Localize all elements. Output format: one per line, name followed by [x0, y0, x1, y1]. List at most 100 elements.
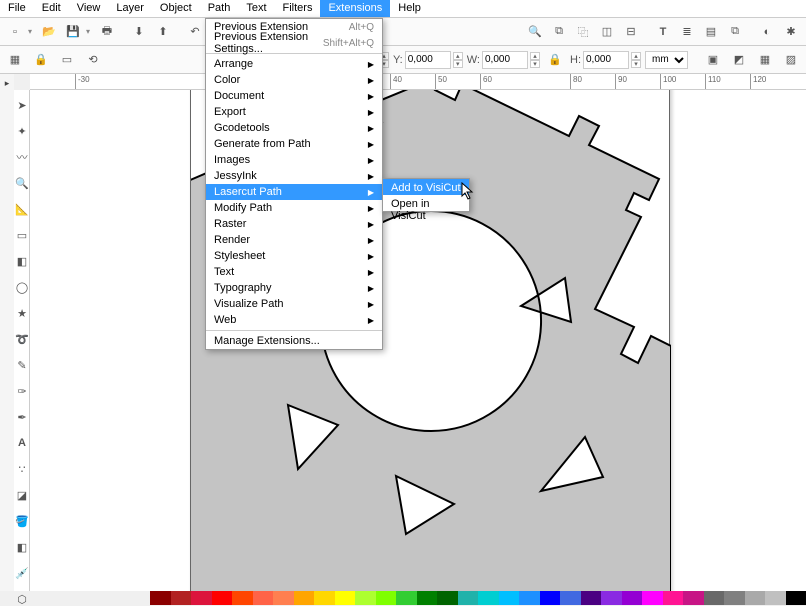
- color-swatch[interactable]: [273, 591, 294, 605]
- menu-document[interactable]: Document▶: [206, 88, 382, 104]
- color-swatch[interactable]: [314, 591, 335, 605]
- color-swatch[interactable]: [642, 591, 663, 605]
- color-swatch[interactable]: [437, 591, 458, 605]
- w-field[interactable]: W: ▴▾: [467, 51, 540, 69]
- zoom-tool-icon[interactable]: 🔍: [15, 176, 29, 190]
- eraser-tool-icon[interactable]: ◪: [15, 488, 29, 502]
- move-patterns-icon[interactable]: ▨: [780, 49, 802, 71]
- menu-edit[interactable]: Edit: [34, 0, 69, 17]
- lock-icon[interactable]: 🔒: [30, 49, 52, 71]
- menu-extensions[interactable]: Extensions: [320, 0, 390, 17]
- color-swatch[interactable]: [519, 591, 540, 605]
- menu-layer[interactable]: Layer: [108, 0, 152, 17]
- color-swatch[interactable]: [396, 591, 417, 605]
- menu-path[interactable]: Path: [200, 0, 239, 17]
- color-swatch[interactable]: [150, 591, 171, 605]
- pointer-icon[interactable]: ▸: [0, 76, 14, 90]
- menu-generate-from-path[interactable]: Generate from Path▶: [206, 136, 382, 152]
- zoom-icon[interactable]: 🔍: [524, 21, 546, 43]
- select-all-icon[interactable]: ▦: [4, 49, 26, 71]
- color-swatch[interactable]: [294, 591, 315, 605]
- clone-icon[interactable]: ⿻: [572, 21, 594, 43]
- menu-render[interactable]: Render▶: [206, 232, 382, 248]
- menu-gcodetools[interactable]: Gcodetools▶: [206, 120, 382, 136]
- color-swatch[interactable]: [601, 591, 622, 605]
- submenu-add-to-visicut[interactable]: Add to VisiCut: [383, 179, 469, 195]
- selector-tool-icon[interactable]: ➤: [15, 98, 29, 112]
- color-swatch[interactable]: [191, 591, 212, 605]
- color-swatch[interactable]: [499, 591, 520, 605]
- calligraphy-tool-icon[interactable]: ✒: [15, 410, 29, 424]
- menu-visualize-path[interactable]: Visualize Path▶: [206, 296, 382, 312]
- unit-select[interactable]: mm: [645, 51, 688, 69]
- dropper-tool-icon[interactable]: 💉: [15, 566, 29, 580]
- menu-file[interactable]: File: [0, 0, 34, 17]
- color-swatch[interactable]: [478, 591, 499, 605]
- h-input[interactable]: [583, 51, 629, 69]
- menu-export[interactable]: Export▶: [206, 104, 382, 120]
- color-swatch[interactable]: [458, 591, 479, 605]
- menu-lasercut-path[interactable]: Lasercut Path▶: [206, 184, 382, 200]
- menu-previous-extension-settings[interactable]: Previous Extension Settings...Shift+Alt+…: [206, 35, 382, 51]
- import-icon[interactable]: ⬇: [128, 21, 150, 43]
- scale-stroke-icon[interactable]: ▣: [702, 49, 724, 71]
- color-swatch[interactable]: [745, 591, 766, 605]
- gradient-tool-icon[interactable]: ◧: [15, 540, 29, 554]
- rotate-ccw-icon[interactable]: ⟲: [82, 49, 104, 71]
- node-tool-icon[interactable]: ✦: [15, 124, 29, 138]
- color-swatch[interactable]: [724, 591, 745, 605]
- open-icon[interactable]: 📂: [38, 21, 60, 43]
- menu-modify-path[interactable]: Modify Path▶: [206, 200, 382, 216]
- duplicate-icon[interactable]: ⧉: [548, 21, 570, 43]
- bezier-tool-icon[interactable]: ✑: [15, 384, 29, 398]
- menu-stylesheet[interactable]: Stylesheet▶: [206, 248, 382, 264]
- move-gradients-icon[interactable]: ▦: [754, 49, 776, 71]
- prefs-icon[interactable]: ✱: [780, 21, 802, 43]
- color-swatch[interactable]: [212, 591, 233, 605]
- color-swatch[interactable]: [540, 591, 561, 605]
- rect-tool-icon[interactable]: ▭: [15, 228, 29, 242]
- tweak-tool-icon[interactable]: 〰: [15, 150, 29, 164]
- y-field[interactable]: Y: ▴▾: [393, 51, 463, 69]
- color-swatch[interactable]: [417, 591, 438, 605]
- menu-help[interactable]: Help: [390, 0, 429, 17]
- connector-tool-icon[interactable]: ⬡: [15, 592, 29, 606]
- layers-icon[interactable]: ≣: [676, 21, 698, 43]
- fill-icon[interactable]: ◐: [756, 21, 778, 43]
- align-icon[interactable]: ▤: [700, 21, 722, 43]
- color-swatch[interactable]: [786, 591, 806, 605]
- measure-tool-icon[interactable]: 📐: [15, 202, 29, 216]
- star-tool-icon[interactable]: ★: [15, 306, 29, 320]
- color-swatch[interactable]: [683, 591, 704, 605]
- group-icon[interactable]: ◫: [596, 21, 618, 43]
- submenu-open-in-visicut[interactable]: Open in VisiCut: [383, 195, 469, 211]
- save-icon[interactable]: 💾: [62, 21, 84, 43]
- color-swatch[interactable]: [765, 591, 786, 605]
- color-swatch[interactable]: [560, 591, 581, 605]
- h-field[interactable]: H: ▴▾: [570, 51, 641, 69]
- spray-tool-icon[interactable]: ∵: [15, 462, 29, 476]
- menu-manage-extensions[interactable]: Manage Extensions...: [206, 333, 382, 349]
- text-tool-icon[interactable]: A: [15, 436, 29, 450]
- menu-object[interactable]: Object: [152, 0, 200, 17]
- export-icon[interactable]: ⬆: [152, 21, 174, 43]
- menu-view[interactable]: View: [69, 0, 109, 17]
- y-input[interactable]: [405, 51, 451, 69]
- fill-tool-icon[interactable]: 🪣: [15, 514, 29, 528]
- new-icon[interactable]: ▫: [4, 21, 26, 43]
- menu-text[interactable]: Text: [238, 0, 274, 17]
- color-swatch[interactable]: [581, 591, 602, 605]
- spiral-tool-icon[interactable]: ➰: [15, 332, 29, 346]
- scale-corners-icon[interactable]: ◩: [728, 49, 750, 71]
- 3dbox-tool-icon[interactable]: ◧: [15, 254, 29, 268]
- menu-text[interactable]: Text▶: [206, 264, 382, 280]
- deselect-icon[interactable]: ▭: [56, 49, 78, 71]
- circle-tool-icon[interactable]: ◯: [15, 280, 29, 294]
- canvas[interactable]: [30, 90, 806, 591]
- color-swatch[interactable]: [376, 591, 397, 605]
- color-swatch[interactable]: [704, 591, 725, 605]
- menu-web[interactable]: Web▶: [206, 312, 382, 328]
- lock-ratio-icon[interactable]: 🔒: [544, 49, 566, 71]
- pencil-tool-icon[interactable]: ✎: [15, 358, 29, 372]
- ungroup-icon[interactable]: ⊟: [620, 21, 642, 43]
